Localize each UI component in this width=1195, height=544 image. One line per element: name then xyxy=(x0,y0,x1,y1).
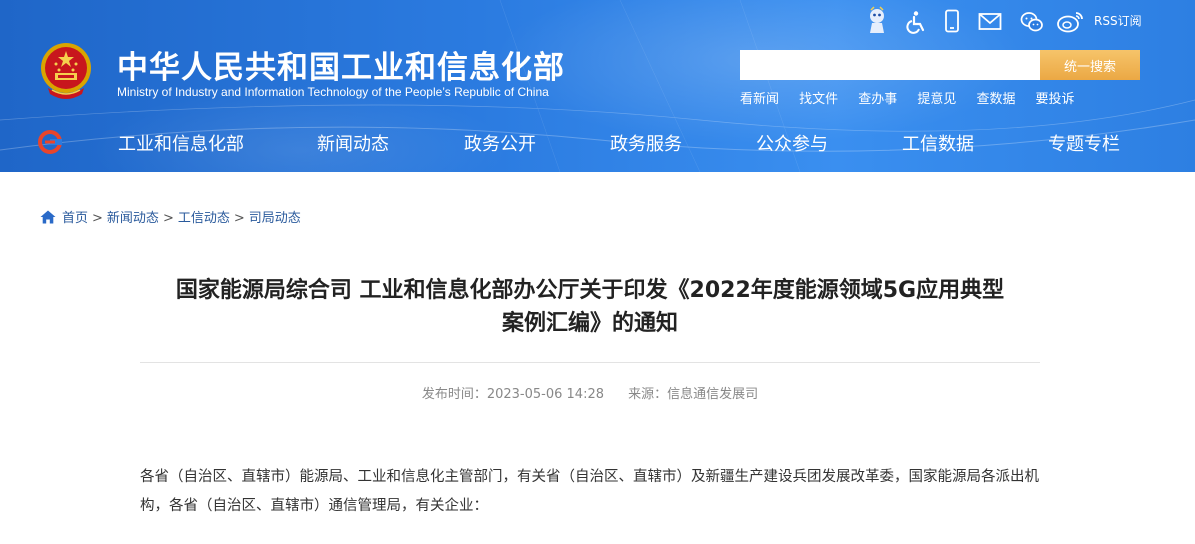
nav-item-ministry[interactable]: 工业和信息化部 xyxy=(118,130,244,156)
breadcrumb-home[interactable]: 首页 xyxy=(62,211,88,226)
breadcrumb-separator: > xyxy=(233,211,245,226)
quick-links: 看新闻 找文件 查办事 提意见 查数据 要投诉 xyxy=(740,88,1090,107)
quick-link-feedback[interactable]: 提意见 xyxy=(917,88,956,107)
site-title[interactable]: 中华人民共和国工业和信息化部 xyxy=(117,42,565,87)
article-source: 来源：信息通信发展司 xyxy=(628,387,759,402)
mail-icon[interactable] xyxy=(978,10,1002,34)
main-nav: 工业和信息化部 新闻动态 政务公开 政务服务 公众参与 工信数据 专题专栏 xyxy=(0,130,1195,156)
quick-link-news[interactable]: 看新闻 xyxy=(740,88,779,107)
article-title-line: 案例汇编》的通知 xyxy=(501,311,678,336)
accessibility-icon[interactable] xyxy=(904,10,928,34)
quick-link-documents[interactable]: 找文件 xyxy=(799,88,838,107)
title-divider xyxy=(140,362,1040,363)
nav-item-government-affairs[interactable]: 政务公开 xyxy=(464,130,536,156)
article-meta: 发布时间：2023-05-06 14:28 来源：信息通信发展司 xyxy=(140,383,1040,402)
breadcrumb: 首页 > 新闻动态 > 工信动态 > 司局动态 xyxy=(40,207,301,226)
article-title-line: 国家能源局综合司 工业和信息化部办公厅关于印发《2022年度能源领域5G应用典型 xyxy=(175,278,1005,303)
home-icon[interactable] xyxy=(40,210,56,224)
site-header: 中华人民共和国工业和信息化部 Ministry of Industry and … xyxy=(0,0,1195,172)
nav-item-data[interactable]: 工信数据 xyxy=(902,130,974,156)
breadcrumb-news[interactable]: 新闻动态 xyxy=(107,211,159,226)
search-input[interactable] xyxy=(740,50,1040,80)
quick-link-complaint[interactable]: 要投诉 xyxy=(1036,88,1075,107)
mobile-icon[interactable] xyxy=(940,9,964,33)
wechat-icon[interactable] xyxy=(1020,10,1044,34)
quick-link-data[interactable]: 查数据 xyxy=(976,88,1015,107)
weibo-icon[interactable] xyxy=(1057,10,1085,34)
site-subtitle: Ministry of Industry and Information Tec… xyxy=(117,85,549,99)
nav-item-special-topics[interactable]: 专题专栏 xyxy=(1048,130,1120,156)
breadcrumb-industry-news[interactable]: 工信动态 xyxy=(178,211,230,226)
mascot-icon[interactable] xyxy=(866,6,888,34)
breadcrumb-separator: > xyxy=(162,211,174,226)
quick-link-services[interactable]: 查办事 xyxy=(858,88,897,107)
nav-item-public-participation[interactable]: 公众参与 xyxy=(756,130,828,156)
article-title: 国家能源局综合司 工业和信息化部办公厅关于印发《2022年度能源领域5G应用典型… xyxy=(140,274,1040,340)
nav-item-government-services[interactable]: 政务服务 xyxy=(610,130,682,156)
nav-item-news[interactable]: 新闻动态 xyxy=(317,130,389,156)
article-body: 各省（自治区、直辖市）能源局、工业和信息化主管部门，有关省（自治区、直辖市）及新… xyxy=(140,469,1039,514)
unified-search-button[interactable]: 统一搜索 xyxy=(1040,50,1140,80)
national-emblem-icon[interactable] xyxy=(40,40,92,104)
publish-time: 发布时间：2023-05-06 14:28 xyxy=(421,387,604,402)
breadcrumb-department-news[interactable]: 司局动态 xyxy=(249,211,301,226)
rss-subscribe-link[interactable]: RSS订阅 xyxy=(1094,12,1142,29)
breadcrumb-separator: > xyxy=(92,211,103,226)
